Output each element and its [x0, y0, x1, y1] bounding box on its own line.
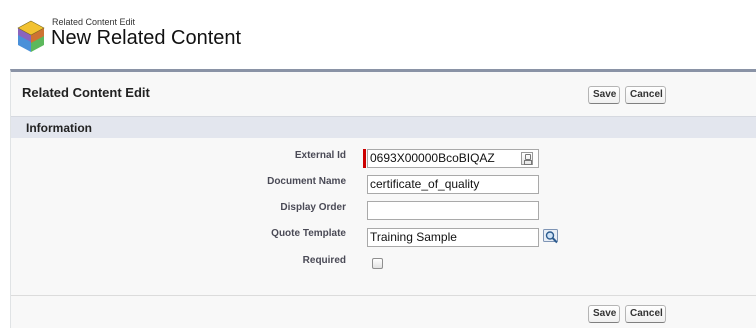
lookup-magnifier-icon[interactable] [543, 229, 561, 245]
cancel-button-top[interactable]: Cancel [625, 86, 666, 104]
required-checkbox[interactable] [372, 258, 383, 269]
display-order-field[interactable] [367, 201, 539, 220]
panel-title: Related Content Edit [22, 85, 150, 100]
external-id-field[interactable]: 0693X00000BcoBIQAZ [367, 149, 539, 168]
edit-panel: Related Content Edit Save Cancel Informa… [10, 69, 756, 328]
save-button-top[interactable]: Save [588, 86, 620, 104]
quote-template-label: Quote Template [271, 228, 346, 239]
required-label: Required [302, 255, 346, 266]
section-title: Information [26, 121, 92, 135]
document-name-label: Document Name [267, 176, 346, 187]
page-header: Related Content Edit New Related Content [16, 15, 416, 55]
required-indicator [363, 149, 366, 168]
section-header-information: Information [11, 116, 756, 138]
quote-template-field[interactable]: Training Sample [367, 228, 539, 247]
footer-divider [11, 295, 756, 296]
document-name-field[interactable]: certificate_of_quality [367, 175, 539, 194]
external-id-label: External Id [294, 150, 346, 161]
cancel-button-bottom[interactable]: Cancel [625, 305, 666, 323]
related-content-cube-icon [17, 20, 45, 52]
save-button-bottom[interactable]: Save [588, 305, 620, 323]
display-order-label: Display Order [280, 202, 346, 213]
page-title: New Related Content [51, 27, 242, 49]
picker-icon[interactable] [521, 152, 533, 165]
page-subtitle: Related Content Edit [52, 17, 136, 27]
